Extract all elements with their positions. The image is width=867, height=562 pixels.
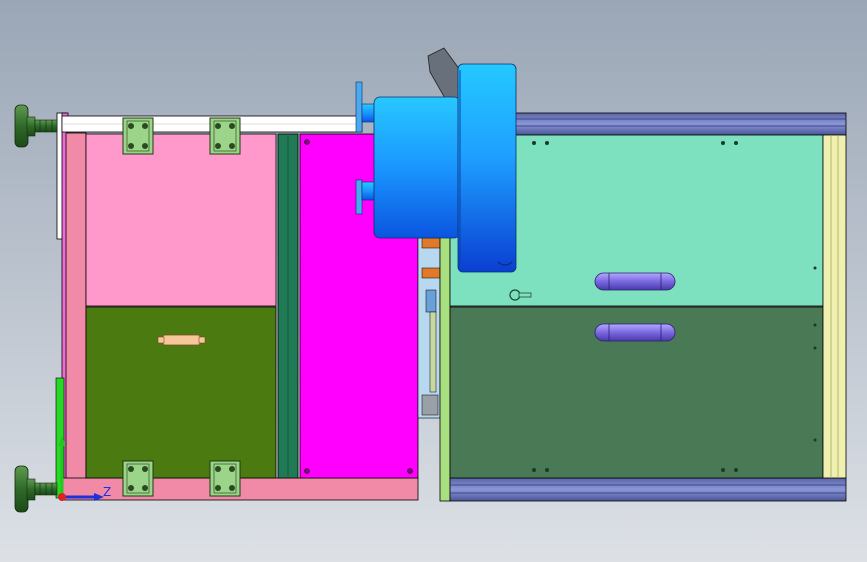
lower-left-panel[interactable] [85, 306, 277, 479]
axis-x-icon [58, 493, 66, 501]
mechanism-rod [429, 311, 437, 393]
screw-icon [304, 468, 310, 474]
middle-bracket-assembly[interactable] [417, 237, 441, 419]
screw-icon [304, 139, 310, 145]
hinge-top-right[interactable] [209, 117, 241, 155]
hinge-bottom-left[interactable] [122, 460, 154, 497]
mechanism-block [425, 289, 437, 313]
hinge-bottom-right[interactable] [209, 460, 241, 497]
motor-housing-small[interactable] [373, 96, 461, 239]
flange-upper-icon [355, 81, 363, 133]
hinge-top-left[interactable] [122, 117, 154, 155]
cad-viewport[interactable]: Z [0, 0, 867, 562]
orange-spacer-icon [421, 267, 441, 279]
drawer-handle[interactable] [157, 334, 206, 346]
screw-icon [407, 468, 413, 474]
motor-housing-large[interactable] [457, 63, 517, 273]
left-frame-side-panel[interactable] [65, 132, 87, 499]
mechanism-clip [421, 394, 439, 416]
right-box-bottom-rail[interactable] [449, 477, 847, 502]
upper-left-panel[interactable] [85, 133, 277, 307]
capsule-window-lower[interactable] [594, 323, 676, 342]
orange-spacer-icon [421, 237, 441, 249]
capsule-window-upper[interactable] [594, 272, 676, 291]
flange-lower-icon [355, 179, 363, 215]
right-end-cap[interactable] [822, 134, 847, 479]
model-canvas[interactable] [0, 0, 867, 562]
axis-z-label: Z [103, 485, 112, 499]
